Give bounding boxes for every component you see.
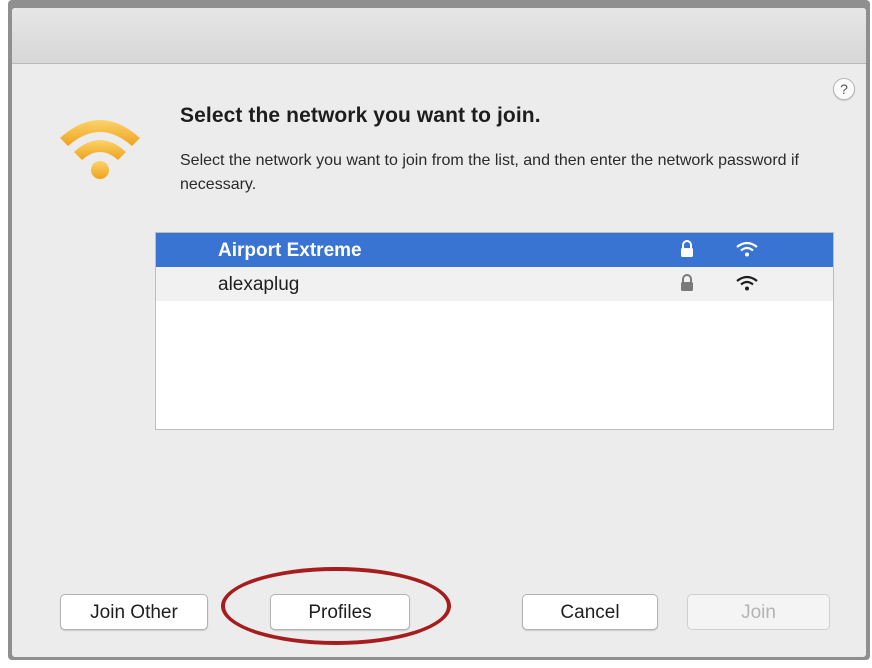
network-row-airport-extreme[interactable]: Airport Extreme xyxy=(156,233,833,267)
profiles-button[interactable]: Profiles xyxy=(270,594,410,630)
join-other-button[interactable]: Join Other xyxy=(60,594,208,630)
network-name: Airport Extreme xyxy=(218,240,362,261)
wifi-signal-icon xyxy=(736,275,758,291)
network-list[interactable]: Airport Extreme alexaplug xyxy=(155,232,834,430)
lock-icon xyxy=(681,240,693,257)
help-button[interactable]: ? xyxy=(833,78,855,100)
dialog-description: Select the network you want to join from… xyxy=(180,152,799,193)
wifi-logo-icon xyxy=(60,120,140,179)
dialog-heading: Select the network you want to join. xyxy=(180,104,541,127)
lock-icon xyxy=(681,274,693,291)
cancel-button[interactable]: Cancel xyxy=(522,594,658,630)
join-button[interactable]: Join xyxy=(687,594,830,630)
wifi-signal-icon xyxy=(736,241,758,257)
network-row-alexaplug[interactable]: alexaplug xyxy=(156,267,833,301)
window-titlebar[interactable] xyxy=(12,8,866,64)
wifi-join-dialog: ? Select the network you want to join. S… xyxy=(12,8,866,657)
network-name: alexaplug xyxy=(218,274,300,295)
